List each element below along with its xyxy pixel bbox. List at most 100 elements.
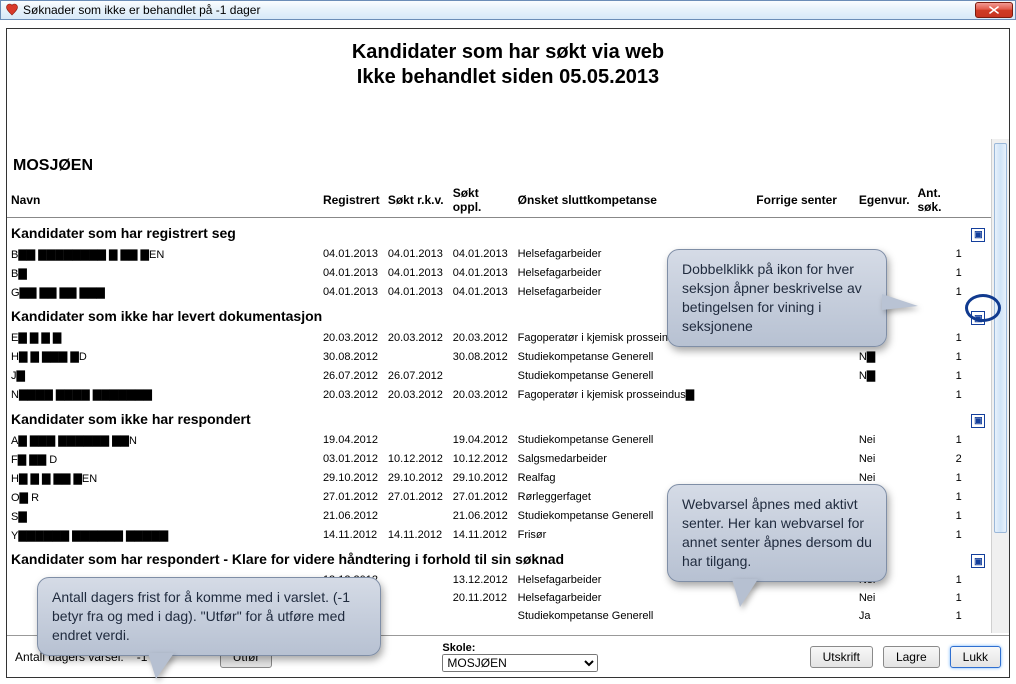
callout-text: Dobbelklikk på ikon for hver seksjon åpn… (682, 261, 862, 334)
cell-registrert: 20.03.2012 (319, 328, 384, 347)
cell-registrert: 29.10.2012 (319, 469, 384, 488)
cell-registrert: 27.01.2012 (319, 488, 384, 507)
col-header-registrert: Registrert (319, 183, 384, 218)
cell-registrert: 04.01.2013 (319, 264, 384, 283)
cell-blank (966, 328, 991, 347)
cell-navn: B▇▇ ▇▇▇▇▇▇▇▇ ▇ ▇▇ ▇EN (7, 245, 319, 264)
cell-registrert: 26.07.2012 (319, 366, 384, 385)
window-title: Søknader som ikke er behandlet på -1 dag… (23, 3, 260, 17)
skole-select[interactable]: MOSJØEN (442, 654, 598, 672)
cell-ant: 1 (913, 469, 965, 488)
section-info-cell: ▣ (966, 404, 991, 431)
cell-blank (966, 385, 991, 404)
cell-blank (966, 469, 991, 488)
cell-sokt-oppl: 20.11.2012 (449, 589, 514, 607)
cell-sokt-oppl: 27.01.2012 (449, 488, 514, 507)
cell-ant: 1 (913, 526, 965, 545)
table-row[interactable]: H▇ ▇ ▇▇▇ ▇D30.08.201230.08.2012Studiekom… (7, 347, 991, 366)
col-header-navn: Navn (7, 183, 319, 218)
section-info-icon[interactable]: ▣ (971, 414, 985, 428)
cell-registrert: 14.11.2012 (319, 526, 384, 545)
callout-tail (148, 653, 174, 679)
cell-navn: H▇ ▇ ▇ ▇▇ ▇EN (7, 469, 319, 488)
table-header-row: Navn Registrert Søkt r.k.v. Søkt oppl. Ø… (7, 183, 991, 218)
cell-blank (966, 507, 991, 526)
section-header-row: Kandidater som ikke har respondert▣ (7, 404, 991, 431)
cell-blank (966, 366, 991, 385)
cell-blank (966, 571, 991, 589)
cell-ant: 1 (913, 366, 965, 385)
col-header-egenvur: Egenvur. (855, 183, 914, 218)
cell-ant: 1 (913, 328, 965, 347)
cell-registrert: 04.01.2013 (319, 245, 384, 264)
callout-text: Webvarsel åpnes med aktivt senter. Her k… (682, 496, 872, 569)
cell-forrige (752, 347, 855, 366)
cell-egenvur: Nei (855, 431, 914, 450)
page-title-2: Ikke behandlet siden 05.05.2013 (7, 66, 1009, 89)
col-header-ant: Ant. søk. (913, 183, 965, 218)
cell-ant: 1 (913, 571, 965, 589)
cell-blank (966, 264, 991, 283)
cell-navn: G▇▇ ▇▇ ▇▇ ▇▇▇ (7, 283, 319, 302)
table-row[interactable]: J▇26.07.201226.07.2012Studiekompetanse G… (7, 366, 991, 385)
section-info-icon[interactable]: ▣ (971, 228, 985, 242)
cell-onsket: Studiekompetanse Generell (514, 366, 753, 385)
vertical-scrollbar[interactable] (991, 139, 1009, 633)
content-frame: Kandidater som har søkt via web Ikke beh… (6, 28, 1010, 678)
location-heading: MOSJØEN (7, 139, 991, 183)
cell-egenvur: N▇ (855, 347, 914, 366)
section-info-icon[interactable]: ▣ (971, 311, 985, 325)
lukk-button[interactable]: Lukk (950, 646, 1001, 668)
cell-onsket: Studiekompetanse Generell (514, 607, 753, 625)
cell-sokt-oppl: 04.01.2013 (449, 283, 514, 302)
cell-sokt-rkv: 26.07.2012 (384, 366, 449, 385)
cell-ant: 1 (913, 283, 965, 302)
cell-egenvur: Nei (855, 589, 914, 607)
cell-navn: H▇ ▇ ▇▇▇ ▇D (7, 347, 319, 366)
cell-blank (966, 283, 991, 302)
section-info-cell: ▣ (966, 218, 991, 245)
cell-forrige (752, 366, 855, 385)
skole-label: Skole: (442, 642, 598, 654)
section-title: Kandidater som har registrert seg (7, 218, 966, 245)
cell-registrert: 21.06.2012 (319, 507, 384, 526)
cell-sokt-oppl: 10.12.2012 (449, 450, 514, 469)
scrollbar-thumb[interactable] (994, 143, 1007, 533)
cell-sokt-oppl: 19.04.2012 (449, 431, 514, 450)
cell-egenvur: Ja (855, 607, 914, 625)
cell-sokt-rkv (384, 607, 449, 625)
cell-ant: 1 (913, 264, 965, 283)
cell-registrert: 04.01.2013 (319, 283, 384, 302)
cell-ant: 1 (913, 245, 965, 264)
cell-navn: S▇ (7, 507, 319, 526)
section-header-row: Kandidater som har registrert seg ▣ (7, 218, 991, 245)
cell-blank (966, 347, 991, 366)
table-row[interactable]: F▇ ▇▇ D03.01.201210.12.201210.12.2012Sal… (7, 450, 991, 469)
page-title-1: Kandidater som har søkt via web (7, 41, 1009, 64)
cell-blank (966, 607, 991, 625)
cell-egenvur (855, 385, 914, 404)
cell-forrige (752, 385, 855, 404)
cell-navn: A▇ ▇▇▇ ▇▇▇▇▇▇ ▇▇N (7, 431, 319, 450)
cell-ant: 1 (913, 431, 965, 450)
cell-registrert: 30.08.2012 (319, 347, 384, 366)
cell-sokt-rkv (384, 589, 449, 607)
cell-sokt-rkv: 04.01.2013 (384, 264, 449, 283)
cell-sokt-rkv: 04.01.2013 (384, 245, 449, 264)
cell-sokt-oppl (449, 366, 514, 385)
table-row[interactable]: N▇▇▇▇ ▇▇▇▇ ▇▇▇▇▇▇▇20.03.201220.03.201220… (7, 385, 991, 404)
cell-sokt-oppl: 20.03.2012 (449, 385, 514, 404)
cell-blank (966, 488, 991, 507)
cell-blank (966, 589, 991, 607)
utskrift-button[interactable]: Utskrift (810, 646, 873, 668)
callout-varsel-days: Antall dagers frist for å komme med i va… (37, 577, 381, 656)
table-row[interactable]: A▇ ▇▇▇ ▇▇▇▇▇▇ ▇▇N19.04.201219.04.2012Stu… (7, 431, 991, 450)
cell-forrige (752, 589, 855, 607)
lagre-button[interactable]: Lagre (883, 646, 940, 668)
window-close-button[interactable] (975, 2, 1013, 18)
cell-onsket: Fagoperatør i kjemisk prosseindus▇ (514, 385, 753, 404)
cell-onsket: Studiekompetanse Generell (514, 431, 753, 450)
section-info-icon[interactable]: ▣ (971, 554, 985, 568)
cell-registrert: 20.03.2012 (319, 385, 384, 404)
col-header-onsket: Ønsket sluttkompetanse (514, 183, 753, 218)
